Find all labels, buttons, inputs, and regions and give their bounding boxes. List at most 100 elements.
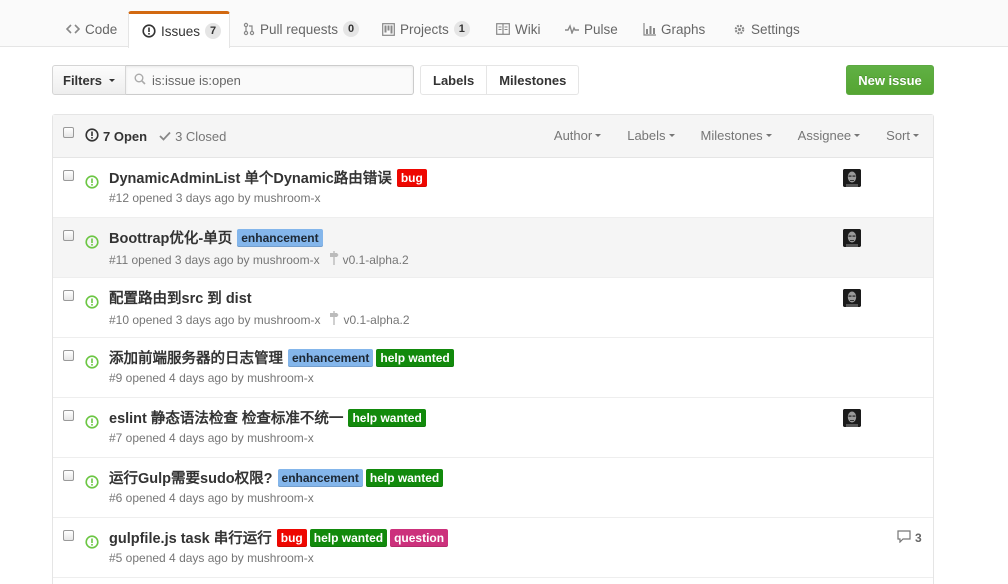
filter-bar: Filters [52,65,415,95]
issue-opened-icon [85,235,99,252]
assignee-avatar[interactable] [843,169,861,187]
comments-link[interactable]: 3 [897,530,922,546]
tab-code[interactable]: Code [66,11,117,47]
new-issue-button[interactable]: New issue [846,65,934,95]
issue-label[interactable]: help wanted [376,348,454,367]
assignee-avatar[interactable] [843,289,861,307]
issue-rows: DynamicAdminList 单个Dynamic路由错误 bug #12 ope… [53,158,933,578]
issue-label[interactable]: bug [276,528,307,547]
assignee-filter[interactable]: Assignee [798,128,861,143]
chevron-down-icon [913,134,919,137]
book-icon [496,23,510,35]
tab-issues[interactable]: Issues 7 [128,11,230,48]
issue-label[interactable]: question [390,528,449,547]
tab-graphs[interactable]: Graphs [643,11,705,47]
milestones-filter[interactable]: Milestones [701,128,772,143]
issue-checkbox[interactable] [63,290,74,301]
issue-meta: #12 opened 3 days ago by mushroom-x [109,191,320,205]
issue-label[interactable]: enhancement [277,468,363,487]
issue-row[interactable]: DynamicAdminList 单个Dynamic路由错误 bug #12 ope… [53,158,933,218]
issue-checkbox[interactable] [63,170,74,181]
issue-opened-icon [85,175,99,192]
issue-checkbox[interactable] [63,350,74,361]
git-pull-request-icon [243,22,255,36]
issue-meta: #7 opened 4 days ago by mushroom-x [109,431,314,445]
issue-label[interactable]: help wanted [365,468,444,487]
issue-title-link[interactable]: 配置路由到src 到 dist [109,287,252,308]
projects-counter: 1 [453,21,470,37]
labels-filter[interactable]: Labels [627,128,675,143]
issue-title-link[interactable]: eslint 静态语法检查 检查标准不统一 [109,407,343,428]
milestones-link[interactable]: Milestones [487,65,580,95]
issue-title-line: Boottrap优化-单页 enhancement [109,227,323,248]
comment-count: 3 [915,531,922,545]
issue-row[interactable]: 运行Gulp需要sudo权限? enhancement help wanted #6 … [53,458,933,518]
filters-dropdown-button[interactable]: Filters [52,65,127,95]
select-all-checkbox[interactable] [63,127,74,138]
issue-meta: #6 opened 4 days ago by mushroom-x [109,491,314,505]
milestone-link[interactable]: v0.1-alpha.2 [329,251,409,268]
issue-checkbox[interactable] [63,230,74,241]
issue-meta-text: #6 opened 4 days ago by mushroom-x [109,491,314,505]
chevron-down-icon [854,134,861,137]
issues-list: 7 Open 3 Closed Author Labels Milestones… [52,114,934,584]
issue-title-line: 添加前端服务器的日志管理 enhancement help wanted [109,347,454,368]
issue-row[interactable]: eslint 静态语法检查 检查标准不统一 help wanted #7 opene… [53,398,933,458]
issue-label[interactable]: enhancement [288,348,374,367]
open-issues-link[interactable]: 7 Open [85,128,147,145]
issue-checkbox[interactable] [63,530,74,541]
issue-row[interactable]: 添加前端服务器的日志管理 enhancement help wanted #9 ope… [53,338,933,398]
issue-title-line: eslint 静态语法检查 检查标准不统一 help wanted [109,407,426,428]
issue-meta: #5 opened 4 days ago by mushroom-x [109,551,314,565]
issue-label[interactable]: bug [396,168,427,187]
assignee-avatar[interactable] [843,229,861,247]
comment-icon [897,530,911,546]
issue-title-link[interactable]: Boottrap优化-单页 [109,227,232,248]
labels-link[interactable]: Labels [420,65,488,95]
labels-milestones-nav: Labels Milestones [420,65,580,95]
issue-title-link[interactable]: gulpfile.js task 串行运行 [109,527,272,548]
issue-checkbox[interactable] [63,470,74,481]
graph-icon [643,22,656,36]
tab-projects[interactable]: Projects 1 [382,11,470,47]
issue-label[interactable]: help wanted [309,528,388,547]
issue-meta-text: #11 opened 3 days ago by mushroom-x [109,252,320,267]
issue-row[interactable]: 配置路由到src 到 dist #10 opened 3 days ago by … [53,278,933,338]
sort-filter[interactable]: Sort [886,128,919,143]
issue-states: 7 Open 3 Closed [85,128,226,145]
issue-label[interactable]: help wanted [348,408,426,427]
chevron-down-icon [595,134,602,137]
issue-opened-icon [85,475,99,492]
check-icon [159,129,171,144]
chevron-down-icon [668,134,675,137]
tab-pulse[interactable]: Pulse [565,11,618,47]
tab-pull-requests[interactable]: Pull requests 0 [243,11,360,47]
tab-settings[interactable]: Settings [733,11,800,47]
issue-label[interactable]: enhancement [237,228,323,247]
issue-row[interactable]: Boottrap优化-单页 enhancement #11 opened 3 day… [53,218,933,278]
closed-count: 3 Closed [175,129,227,144]
issues-list-header: 7 Open 3 Closed Author Labels Milestones… [53,115,933,158]
tab-wiki[interactable]: Wiki [496,11,541,47]
tab-label: Code [85,21,118,37]
issue-title-link[interactable]: 运行Gulp需要sudo权限? [109,467,273,488]
closed-issues-link[interactable]: 3 Closed [159,129,226,144]
filter-dropdowns: Author Labels Milestones Assignee Sort [554,128,919,143]
assignee-avatar[interactable] [843,409,861,427]
issue-opened-icon [85,535,99,552]
issue-opened-icon [142,24,156,38]
search-input[interactable] [152,72,403,88]
chevron-down-icon [109,78,116,82]
issue-row[interactable]: gulpfile.js task 串行运行 bug help wanted quest… [53,518,933,578]
issue-title-link[interactable]: 添加前端服务器的日志管理 [109,347,283,368]
issue-meta: #11 opened 3 days ago by mushroom-x v0.1-… [109,251,409,268]
open-count: 7 Open [103,129,148,144]
issue-title-link[interactable]: DynamicAdminList 单个Dynamic路由错误 [109,167,392,188]
pull-requests-counter: 0 [343,21,360,37]
issue-checkbox[interactable] [63,410,74,421]
author-filter[interactable]: Author [554,128,602,143]
issue-meta-text: #5 opened 4 days ago by mushroom-x [109,551,314,565]
milestone-link[interactable]: v0.1-alpha.2 [329,311,410,328]
issue-title-line: 运行Gulp需要sudo权限? enhancement help wanted [109,467,444,488]
milestone-icon [329,251,339,268]
